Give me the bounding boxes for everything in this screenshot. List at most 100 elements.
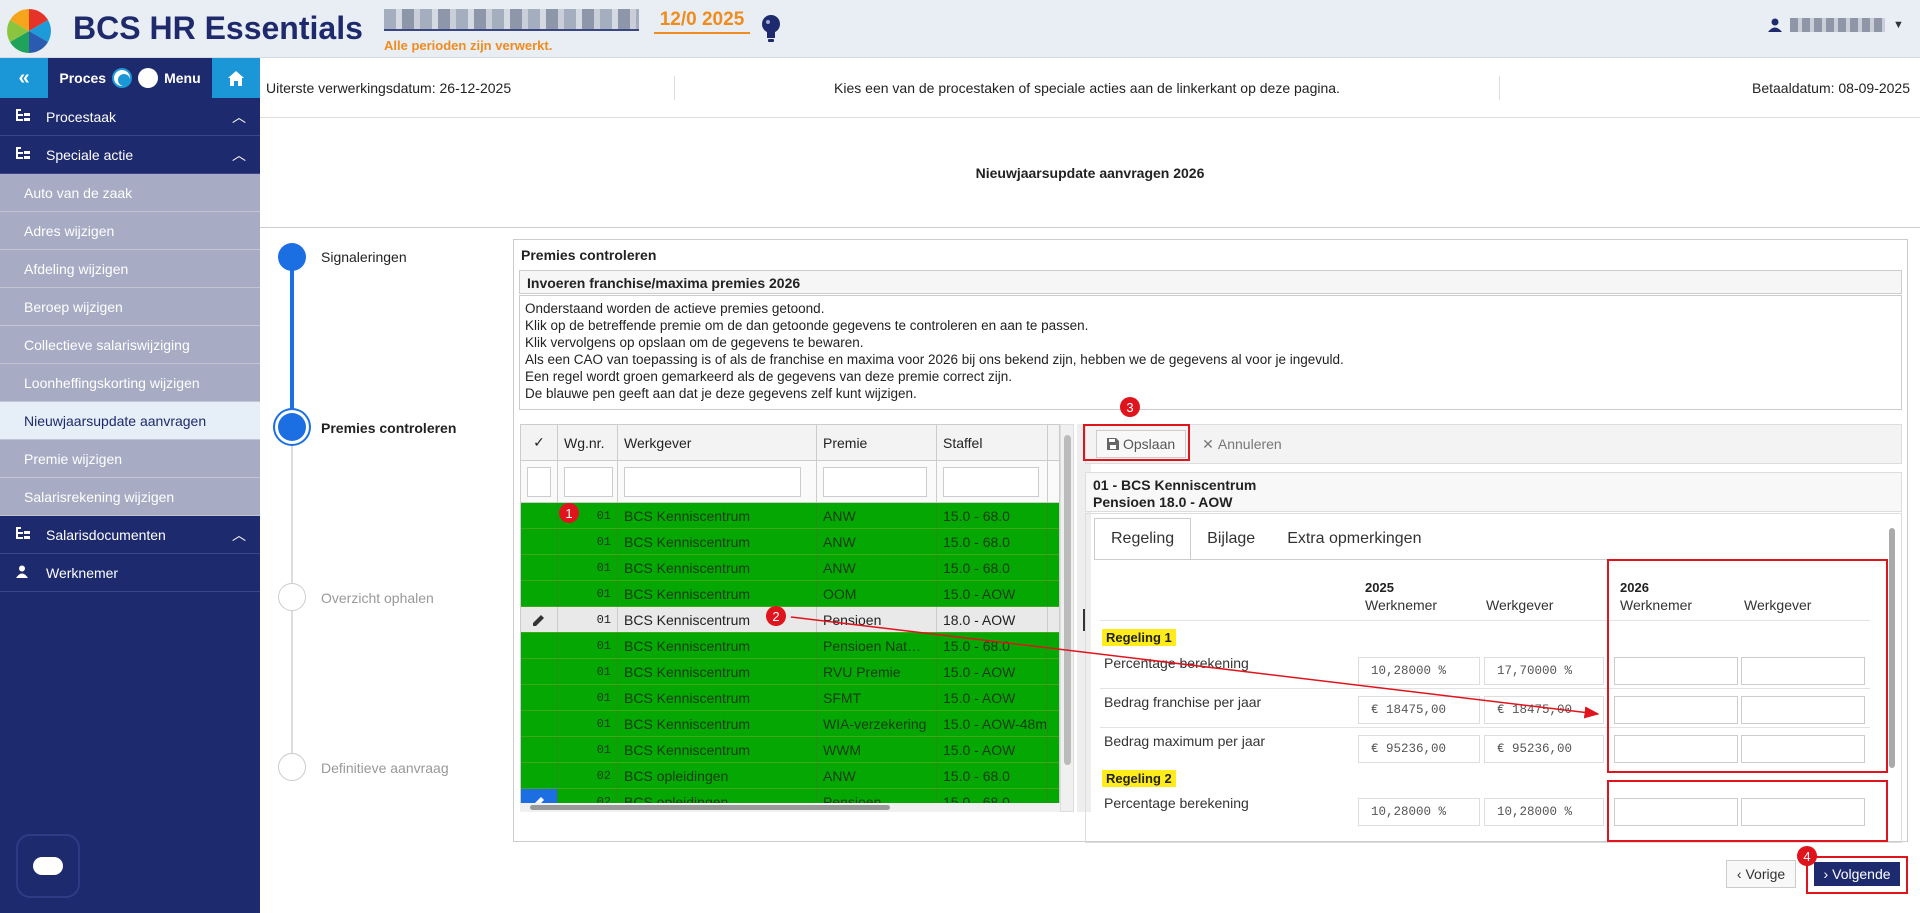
grid-horizontal-scrollbar[interactable]: [520, 803, 1060, 812]
sidebar-item-adres-wijzigen[interactable]: Adres wijzigen: [0, 212, 260, 250]
sidebar-item-premie-wijzigen[interactable]: Premie wijzigen: [0, 440, 260, 478]
step-label-definitieve-aanvraag: Definitieve aanvraag: [321, 760, 449, 776]
intro-line: Als een CAO van toepassing is of als de …: [525, 352, 1344, 367]
folder-tree-icon: [16, 109, 32, 124]
cell-premie: SFMT: [817, 685, 937, 710]
filter-premie-input[interactable]: [823, 466, 927, 497]
step-indicator-signaleringen[interactable]: [278, 243, 306, 271]
sidebar-section-werknemer[interactable]: Werknemer: [0, 554, 260, 592]
table-row[interactable]: 01 BCS Kenniscentrum Pensioen 18.0 - AOW: [521, 607, 1059, 633]
filter-checkbox-input[interactable]: [527, 466, 551, 497]
tab-regeling[interactable]: Regeling: [1094, 518, 1192, 560]
cell-premie: Pensioen: [817, 607, 937, 632]
step-indicator-overzicht-ophalen: [278, 583, 306, 611]
select-all-checkbox[interactable]: ✓: [521, 425, 558, 460]
row-select-cell[interactable]: [521, 763, 558, 788]
company-selector[interactable]: [384, 9, 639, 31]
detail-premie: Pensioen 18.0 - AOW: [1093, 494, 1233, 510]
table-row[interactable]: 01 BCS Kenniscentrum WIA-verzekering 15.0 -…: [521, 711, 1059, 737]
scrollbar-thumb[interactable]: [1889, 528, 1895, 768]
table-row[interactable]: 01 BCS Kenniscentrum ANW 15.0 - 68.0: [521, 555, 1059, 581]
table-row[interactable]: 01 BCS Kenniscentrum RVU Premie 15.0 - AOW: [521, 659, 1059, 685]
cell-staffel: 15.0 - 68.0: [937, 555, 1048, 580]
period-indicator[interactable]: 12/0 2025: [654, 9, 750, 34]
sidebar-item-beroep-wijzigen[interactable]: Beroep wijzigen: [0, 288, 260, 326]
annotation-box-2026-inputs-regeling2: [1607, 780, 1888, 842]
column-header-wgnr[interactable]: Wg.nr.: [558, 425, 618, 460]
row-select-cell[interactable]: [521, 711, 558, 736]
sidebar-item-collectieve-salariswijziging[interactable]: Collectieve salariswijziging: [0, 326, 260, 364]
row-select-cell[interactable]: [521, 659, 558, 684]
sidebar-section-procestaak[interactable]: Procestaak ︿: [0, 98, 260, 136]
instruction-text: Kies een van de procestaken of speciale …: [675, 75, 1500, 100]
lightbulb-icon[interactable]: [760, 14, 782, 44]
row-select-cell[interactable]: [521, 633, 558, 658]
cell-werkgever: BCS Kenniscentrum: [618, 581, 817, 606]
collapse-sidebar-button[interactable]: «: [0, 58, 48, 98]
cell-werkgever: BCS Kenniscentrum: [618, 555, 817, 580]
row-select-cell[interactable]: [521, 503, 558, 528]
table-row[interactable]: 01 BCS Kenniscentrum WWM 15.0 - AOW: [521, 737, 1059, 763]
sidebar-section-label: Procestaak: [46, 108, 117, 125]
stepper-connector: [291, 610, 293, 765]
info-bar: Uiterste verwerkingsdatum: 26-12-2025 Ki…: [260, 58, 1920, 118]
cell-staffel: 15.0 - 68.0: [937, 633, 1048, 658]
sidebar-item-auto-van-de-zaak[interactable]: Auto van de zaak: [0, 174, 260, 212]
edit-pencil-icon[interactable]: [521, 607, 558, 632]
filter-cell: [618, 461, 817, 502]
previous-button[interactable]: ‹ Vorige: [1726, 860, 1796, 888]
value-2025-werknemer: 10,28000 %: [1358, 657, 1480, 685]
sidebar-item-nieuwjaarsupdate-aanvragen[interactable]: Nieuwjaarsupdate aanvragen: [0, 402, 260, 440]
intro-line: De blauwe pen geeft aan dat je deze gege…: [525, 386, 917, 401]
table-row[interactable]: 01 BCS Kenniscentrum SFMT 15.0 - AOW: [521, 685, 1059, 711]
row-select-cell[interactable]: [521, 581, 558, 606]
sidebar-item-loonheffingskorting-wijzigen[interactable]: Loonheffingskorting wijzigen: [0, 364, 260, 402]
grid-vertical-scrollbar[interactable]: [1060, 424, 1074, 812]
row-select-cell[interactable]: [521, 555, 558, 580]
home-button[interactable]: [212, 58, 260, 98]
column-header-werkgever[interactable]: Werkgever: [618, 425, 817, 460]
row-select-cell[interactable]: [521, 685, 558, 710]
sidebar-section-speciale-actie[interactable]: Speciale actie ︿: [0, 136, 260, 174]
cell-wgnr: 01: [558, 633, 618, 658]
mode-proces-radio[interactable]: [112, 68, 133, 88]
step-label-signaleringen[interactable]: Signaleringen: [321, 249, 407, 265]
close-icon: ✕: [1202, 435, 1214, 452]
table-row[interactable]: 01 BCS Kenniscentrum Pensioen Nat… 15.0 - 6…: [521, 633, 1059, 659]
chevron-up-icon: ︿: [232, 146, 246, 163]
cancel-button[interactable]: ✕ Annuleren: [1192, 430, 1292, 458]
column-header-staffel[interactable]: Staffel: [937, 425, 1048, 460]
annotation-badge: 3: [1120, 397, 1140, 417]
scrollbar-thumb[interactable]: [1064, 435, 1071, 765]
table-row[interactable]: 01 BCS Kenniscentrum ANW 15.0 - 68.0: [521, 529, 1059, 555]
cell-werkgever: BCS Kenniscentrum: [618, 685, 817, 710]
intro-line: Onderstaand worden de actieve premies ge…: [525, 301, 825, 316]
stepper-connector: [290, 270, 294, 425]
cancel-label: Annuleren: [1217, 436, 1282, 452]
table-row[interactable]: 01 BCS Kenniscentrum OOM 15.0 - AOW: [521, 581, 1059, 607]
sidebar-item-salarisrekening-wijzigen[interactable]: Salarisrekening wijzigen: [0, 478, 260, 516]
row-select-cell[interactable]: [521, 737, 558, 762]
row-select-cell[interactable]: [521, 529, 558, 554]
scrollbar-thumb[interactable]: [530, 805, 890, 810]
filter-werkgever-input[interactable]: [624, 466, 801, 497]
column-header-premie[interactable]: Premie: [817, 425, 937, 460]
table-row[interactable]: 01 BCS Kenniscentrum ANW 15.0 - 68.0: [521, 503, 1059, 529]
user-menu[interactable]: ▼: [1768, 18, 1904, 32]
cell-premie: WWM: [817, 737, 937, 762]
step-indicator-premies-controleren[interactable]: [278, 413, 306, 441]
sidebar-item-afdeling-wijzigen[interactable]: Afdeling wijzigen: [0, 250, 260, 288]
filter-staffel-input[interactable]: [943, 466, 1039, 497]
user-icon: [1768, 18, 1782, 32]
intro-line: Klik op de betreffende premie om de dan …: [525, 318, 1089, 333]
tab-bijlage[interactable]: Bijlage: [1191, 518, 1271, 560]
filter-wgnr-input[interactable]: [564, 466, 613, 497]
mode-menu-radio[interactable]: [138, 68, 159, 88]
step-label-premies-controleren[interactable]: Premies controleren: [321, 420, 456, 436]
annotation-badge: 4: [1797, 846, 1817, 866]
table-row[interactable]: 02 BCS opleidingen ANW 15.0 - 68.0: [521, 763, 1059, 789]
tab-extra-opmerkingen[interactable]: Extra opmerkingen: [1271, 518, 1437, 560]
value-2025-werkgever: € 18475,00: [1484, 696, 1604, 724]
chat-button[interactable]: [16, 834, 80, 898]
sidebar-section-salarisdocumenten[interactable]: Salarisdocumenten ︿: [0, 516, 260, 554]
